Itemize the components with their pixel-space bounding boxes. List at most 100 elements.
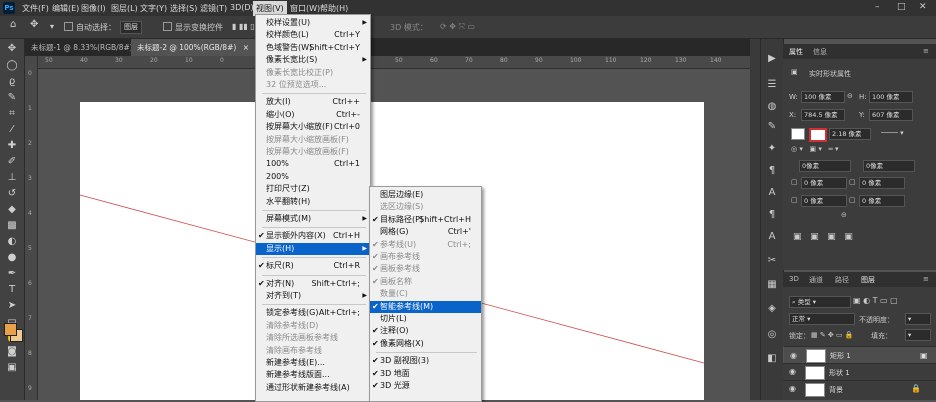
libraries-icon[interactable]: ▦ [766, 279, 778, 291]
view-menu-item[interactable]: 校样设置(U) ▶ [256, 17, 370, 29]
gradient-tool-icon[interactable]: ▩ [5, 220, 19, 232]
view-menu-item[interactable]: ✔ 显示额外内容(X) Ctrl+H [256, 230, 370, 242]
eyedropper-tool-icon[interactable]: ⁄ [5, 124, 19, 136]
view-menu-item[interactable]: 对齐到(T) ▶ [256, 290, 370, 302]
tab-3d[interactable]: 3D [789, 275, 799, 283]
corner-radius-field-3[interactable]: 0 像素 [801, 177, 847, 189]
sliders-icon[interactable]: ☰ [766, 79, 778, 91]
show-submenu-item[interactable]: ✔ 注释(O) [370, 325, 481, 337]
tab-channels[interactable]: 通道 [809, 275, 823, 285]
view-menu-item[interactable]: ✔ 对齐(N) Shift+Ctrl+; [256, 278, 370, 290]
character-icon[interactable]: A [766, 187, 778, 199]
channels-icon[interactable]: ◎ [766, 329, 778, 341]
play-icon[interactable]: ▶ [766, 53, 778, 65]
blend-mode-select[interactable]: 正常 ▾ [789, 313, 855, 325]
view-menu-item[interactable]: 水平翻转(H) [256, 196, 370, 208]
dodge-tool-icon[interactable]: ● [5, 252, 19, 264]
view-menu-item[interactable]: 按屏幕大小缩放(F) Ctrl+0 [256, 121, 370, 133]
tab-document-2[interactable]: 未标题-2 @ 100%(RGB/8#) × [131, 39, 255, 56]
menu-help[interactable]: 帮助(H) [320, 3, 348, 14]
view-menu-item[interactable]: ✔ 标尺(R) Ctrl+R [256, 260, 370, 272]
align-icons[interactable]: ▮ ▮▮ ▯ [232, 22, 255, 31]
home-icon[interactable]: ⌂ [10, 19, 16, 30]
3d-mode-icons[interactable]: ⟳ ✥ ⤧ ▭ [440, 22, 475, 32]
brush-settings-icon[interactable]: ✎ [766, 121, 778, 133]
panel-collapse-strip[interactable] [750, 39, 760, 400]
menu-window[interactable]: 窗口(W) [290, 3, 320, 14]
stroke-swatch[interactable] [809, 128, 827, 142]
paragraph-icon[interactable]: ¶ [766, 165, 778, 177]
x-field[interactable]: 784.5 像素 [801, 109, 845, 121]
view-menu-item[interactable]: 新建参考线(E)... [256, 357, 370, 369]
glyphs-icon[interactable]: A [766, 231, 778, 243]
show-submenu-item[interactable]: ✔ 3D 副视图(3) [370, 355, 481, 367]
stamp-tool-icon[interactable]: ⊥ [5, 172, 19, 184]
corner-radius-field-1[interactable]: 0像素 [799, 160, 851, 172]
eye-icon[interactable]: ◉ [789, 384, 796, 393]
auto-select-checkbox[interactable]: 自动选择： [64, 22, 116, 33]
stroke-width-field[interactable]: 2.18 像素 [829, 128, 871, 140]
view-menu-item[interactable]: 显示(H) ▶ [256, 242, 370, 255]
height-field[interactable]: 100 像素 [869, 91, 913, 103]
menu-filter[interactable]: 滤镜(T) [200, 3, 227, 14]
layer-filter-icons[interactable]: ▣ ◐ T ▭ ▢ [853, 296, 898, 305]
corner-radius-field-2[interactable]: 0像素 [863, 160, 915, 172]
link-corners-icon[interactable]: ⊝ [841, 211, 847, 219]
show-transform-checkbox[interactable]: 显示变换控件 [163, 22, 223, 33]
view-menu-item[interactable]: 放大(I) Ctrl++ [256, 96, 370, 108]
view-menu-item[interactable]: 100% Ctrl+1 [256, 158, 370, 170]
move-tool-icon[interactable]: ✥ [5, 43, 19, 55]
show-submenu-item[interactable]: 图层边缘(E) [370, 189, 481, 201]
vertical-ruler[interactable]: 0 1 2 3 4 5 6 7 8 9 [25, 56, 38, 400]
eye-icon[interactable]: ◉ [790, 350, 797, 361]
layer-row[interactable]: ◉ 矩形 1 ▣ [783, 346, 936, 364]
y-field[interactable]: 607 像素 [869, 109, 913, 121]
view-menu-item[interactable]: 校样颜色(L) Ctrl+Y [256, 29, 370, 41]
crop-tool-icon[interactable]: ⌗ [5, 108, 19, 120]
tab-paths[interactable]: 路径 [835, 275, 849, 285]
menu-image[interactable]: 图像(I) [81, 3, 106, 14]
menu-layer[interactable]: 图层(L) [111, 3, 138, 14]
stroke-style-select[interactable]: ──── ▾ [881, 129, 904, 137]
brush-tool-icon[interactable]: ✐ [5, 156, 19, 168]
panel-menu-icon[interactable]: ≡ [923, 275, 929, 283]
pen-tool-icon[interactable]: ✒ [5, 268, 19, 280]
foreground-color-swatch[interactable] [4, 323, 17, 336]
lock-icons[interactable]: ▦ ✎ ✥ ▭ 🔒 [811, 331, 854, 339]
stroke-align-select[interactable]: ◎ ▾ ▣ ▾ ═ ▾ [791, 145, 839, 153]
corner-radius-field-6[interactable]: 0 像素 [859, 195, 905, 207]
type-tool-icon[interactable]: T [5, 284, 19, 296]
view-menu-item[interactable]: 通过形状新建参考线(A) [256, 382, 370, 394]
view-menu-item[interactable]: 新建参考线版面... [256, 369, 370, 381]
show-submenu-item[interactable]: ✔ 像素网格(X) [370, 338, 481, 350]
clone-source-icon[interactable]: ✦ [766, 143, 778, 155]
tool-preset-dropdown-icon[interactable]: ▾ [50, 22, 54, 31]
layer-row[interactable]: ◉ 背景 🔒 [783, 380, 936, 397]
show-submenu-item[interactable]: 切片(L) [370, 313, 481, 325]
history-brush-icon[interactable]: ↺ [5, 188, 19, 200]
width-field[interactable]: 100 像素 [801, 91, 845, 103]
view-menu-item[interactable]: 打印尺寸(Z) [256, 183, 370, 195]
tools-icon[interactable]: ✂ [766, 255, 778, 267]
lasso-tool-icon[interactable]: ϱ [5, 76, 19, 88]
fill-swatch[interactable] [791, 128, 805, 140]
view-menu-item[interactable]: 色域警告(W) Shift+Ctrl+Y [256, 42, 370, 54]
marquee-tool-icon[interactable]: ◯ [5, 60, 19, 72]
fill-field[interactable]: ▾ [905, 329, 931, 341]
auto-select-target-select[interactable]: 图层 [120, 21, 142, 34]
layers-icon[interactable]: ◧ [766, 353, 778, 365]
minimize-icon[interactable]: – [875, 2, 880, 12]
panel-menu-icon[interactable]: ≡ [923, 47, 929, 55]
screen-mode-icon[interactable]: ▣ [5, 362, 19, 374]
close-icon[interactable]: × [243, 43, 249, 52]
show-submenu-item[interactable]: ✔ 3D 地面 [370, 368, 481, 380]
menu-select[interactable]: 选择(S) [170, 3, 197, 14]
eraser-tool-icon[interactable]: ◆ [5, 204, 19, 216]
layer-options-icon[interactable]: ▣ [920, 350, 928, 361]
show-submenu-item[interactable]: ✔ 智能参考线(M) [370, 300, 481, 313]
menu-file[interactable]: 文件(F) [22, 3, 49, 14]
path-select-tool-icon[interactable]: ➤ [5, 300, 19, 312]
menu-type[interactable]: 文字(Y) [140, 3, 167, 14]
menu-edit[interactable]: 编辑(E) [52, 3, 79, 14]
tab-layers[interactable]: 图层 [861, 275, 875, 285]
